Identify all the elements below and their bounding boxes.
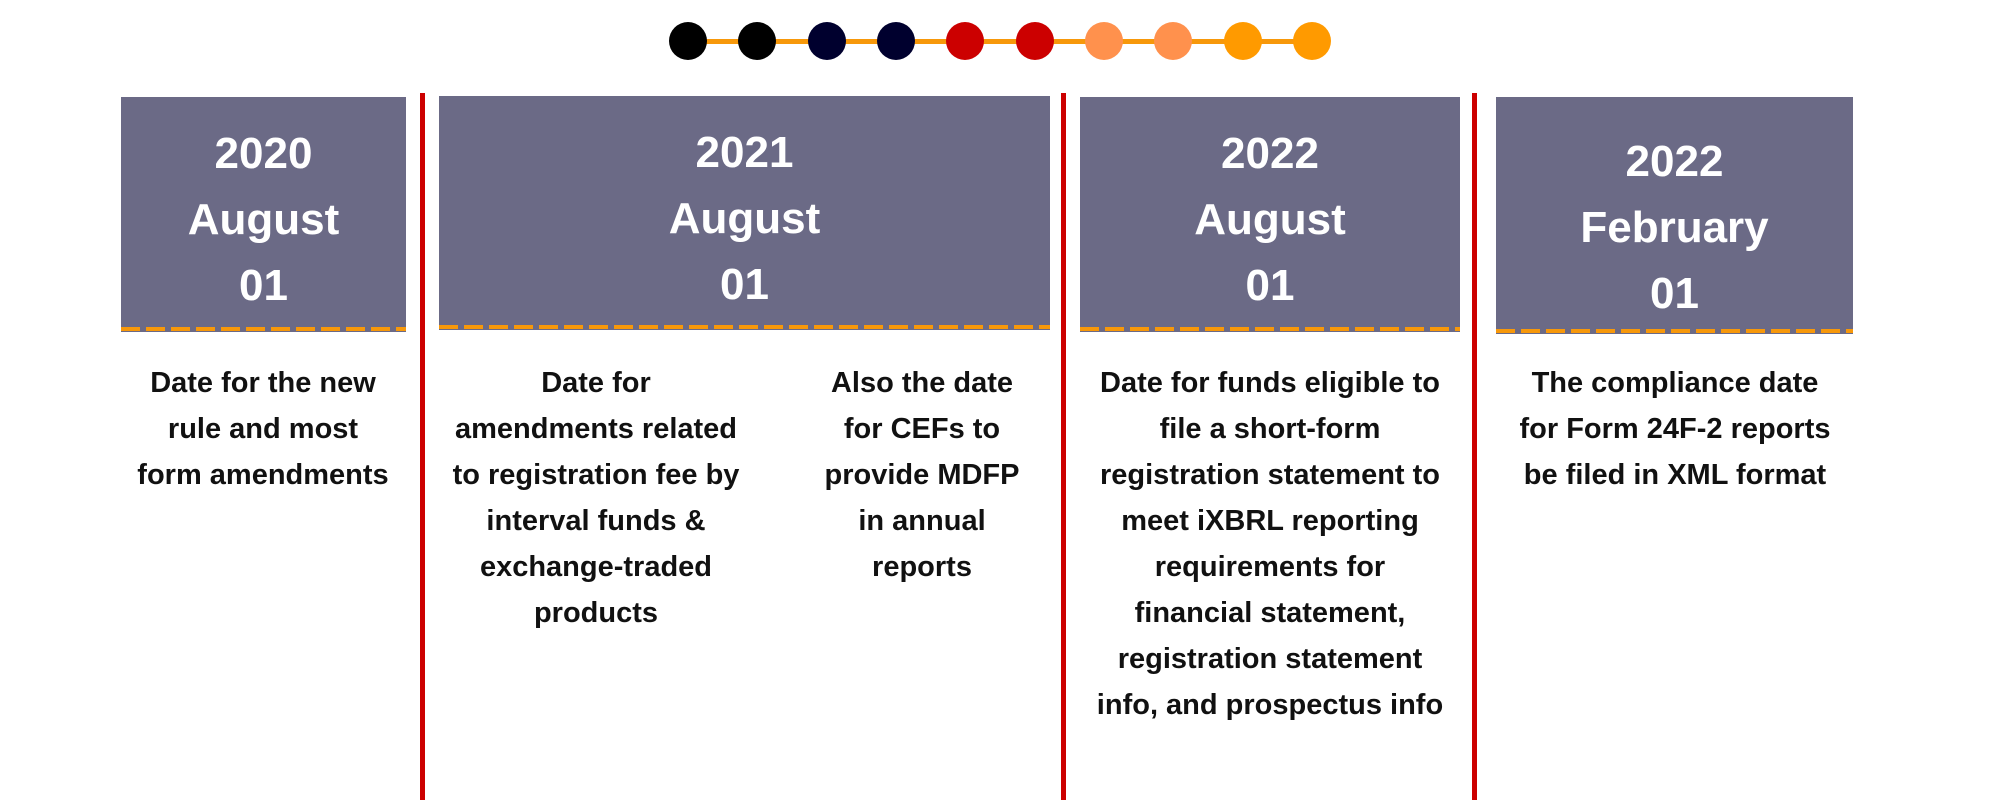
description-line: be filed in XML format	[1523, 459, 1827, 491]
date-day: 01	[1245, 261, 1295, 310]
description-line: Date for funds eligible to	[1100, 367, 1440, 399]
milestone-description: Also the date for CEFs to provide MDFP i…	[807, 360, 1037, 590]
dashed-accent	[1080, 327, 1460, 331]
description-line: provide MDFP	[824, 459, 1020, 491]
date-month: February	[1580, 203, 1769, 252]
description-line: for Form 24F-2 reports	[1519, 413, 1831, 445]
progress-dot	[877, 22, 915, 60]
progress-dot	[1154, 22, 1192, 60]
description-line: Date for the new	[150, 367, 376, 399]
progress-dot	[808, 22, 846, 60]
description-line: interval funds &	[486, 505, 706, 537]
progress-dot	[1085, 22, 1123, 60]
description-line: registration statement to	[1100, 459, 1440, 491]
progress-dot	[738, 22, 776, 60]
date-box: 2021 August 01	[439, 96, 1050, 330]
date-month: August	[668, 194, 821, 243]
progress-track	[688, 39, 1312, 44]
column-divider	[1472, 93, 1477, 800]
progress-dot	[1293, 22, 1331, 60]
date-day: 01	[239, 261, 288, 310]
description-line: form amendments	[137, 459, 389, 491]
progress-dot	[1016, 22, 1054, 60]
date-year: 2021	[695, 128, 794, 177]
description-line: file a short-form	[1159, 413, 1381, 445]
description-line: financial statement,	[1134, 597, 1406, 629]
date-month: August	[187, 195, 340, 244]
description-line: for CEFs to	[843, 413, 1001, 445]
date-month: August	[1194, 195, 1346, 244]
description-line: requirements for	[1154, 551, 1386, 583]
description-line: meet iXBRL reporting	[1121, 505, 1419, 537]
date-box: 2020 August 01	[121, 97, 406, 332]
progress-dot	[669, 22, 707, 60]
description-line: registration statement	[1117, 643, 1423, 675]
date-year: 2022	[1625, 137, 1724, 186]
progress-dot	[1224, 22, 1262, 60]
milestone-description: Date for amendments related to registrat…	[436, 360, 756, 636]
column-divider	[420, 93, 425, 800]
dashed-accent	[1496, 329, 1853, 333]
date-box: 2022 August 01	[1080, 97, 1460, 332]
column-divider	[1061, 93, 1066, 800]
description-line: in annual	[858, 505, 986, 537]
progress-dot	[946, 22, 984, 60]
milestone-description: Date for funds eligible to file a short-…	[1070, 360, 1470, 728]
description-line: The compliance date	[1531, 367, 1819, 399]
description-line: info, and prospectus info	[1096, 689, 1444, 721]
description-line: to registration fee by	[452, 459, 740, 491]
date-year: 2022	[1221, 129, 1319, 178]
date-year: 2020	[214, 129, 313, 178]
description-line: rule and most	[167, 413, 359, 445]
description-line: reports	[872, 551, 972, 583]
dashed-accent	[439, 325, 1050, 329]
date-day: 01	[1650, 269, 1699, 318]
date-day: 01	[720, 260, 769, 309]
description-line: products	[533, 597, 659, 629]
description-line: Also the date	[830, 367, 1014, 399]
description-line: amendments related	[454, 413, 738, 445]
description-line: Date for	[541, 367, 651, 399]
dashed-accent	[121, 327, 406, 331]
date-box: 2022 February 01	[1496, 97, 1853, 334]
description-line: exchange-traded	[479, 551, 713, 583]
milestone-description: The compliance date for Form 24F-2 repor…	[1494, 360, 1856, 498]
milestone-description: Date for the new rule and most form amen…	[113, 360, 413, 498]
